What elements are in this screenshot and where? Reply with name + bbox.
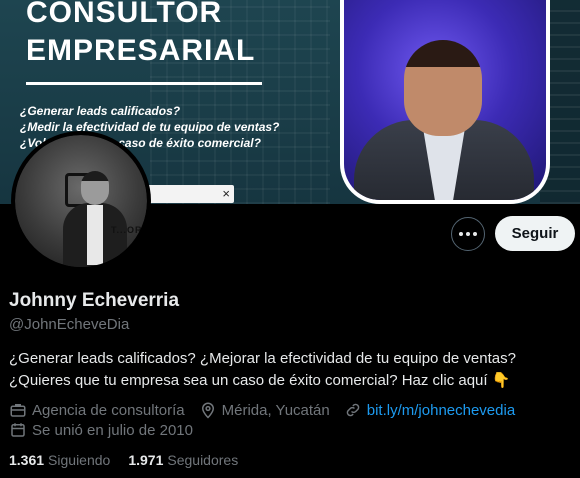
location-pin-icon: [201, 402, 214, 419]
profile-meta-row: Agencia de consultoría Mérida, Yucatán b…: [9, 401, 529, 419]
profile-location-text: Mérida, Yucatán: [221, 401, 330, 419]
avatar-text: T...ORES: [111, 225, 150, 235]
profile-category-text: Agencia de consultoría: [32, 401, 185, 419]
close-icon: ×: [222, 186, 230, 201]
avatar-person-head: [81, 171, 109, 205]
profile-avatar[interactable]: T...ORES: [11, 131, 151, 271]
profile-joined: Se unió en julio de 2010: [9, 421, 193, 439]
followers-stat[interactable]: 1.971 Seguidores: [128, 452, 238, 468]
banner-divider: [26, 82, 262, 85]
following-count: 1.361: [9, 452, 45, 468]
profile-handle: @JohnEcheveDia: [9, 316, 130, 333]
avatar-person-shirt: [87, 205, 103, 265]
banner-question: ¿Generar leads calificados?: [20, 104, 181, 118]
portrait-head: [404, 40, 482, 136]
follow-button[interactable]: Seguir: [495, 216, 575, 251]
profile-website[interactable]: bit.ly/m/johnechevedia: [344, 401, 515, 419]
link-icon: [346, 403, 360, 417]
avatar-photo: T...ORES: [15, 135, 147, 267]
more-dots-icon: [459, 232, 477, 236]
followers-count: 1.971: [128, 452, 164, 468]
banner-building-graphic: [150, 0, 330, 204]
profile-joined-text: Se unió en julio de 2010: [32, 421, 193, 439]
briefcase-icon: [10, 404, 26, 417]
profile-bio: ¿Generar leads calificados? ¿Mejorar la …: [9, 350, 516, 389]
following-stat[interactable]: 1.361 Siguiendo: [9, 452, 110, 468]
following-label: Siguiendo: [48, 452, 111, 468]
calendar-icon: [11, 423, 25, 437]
banner-headline-line2: EMPRESARIAL: [26, 34, 256, 67]
profile-meta-row: Se unió en julio de 2010: [9, 421, 207, 439]
followers-label: Seguidores: [167, 452, 239, 468]
banner-question: ¿Medir la efectividad de tu equipo de ve…: [20, 120, 280, 134]
profile-stats: 1.361 Siguiendo 1.971 Seguidores: [9, 452, 256, 468]
profile-website-link[interactable]: bit.ly/m/johnechevedia: [367, 402, 515, 419]
profile-name: Johnny Echeverria: [9, 290, 180, 311]
profile-category: Agencia de consultoría: [9, 401, 185, 419]
more-options-button[interactable]: [451, 217, 485, 251]
banner-portrait-photo: [340, 0, 550, 204]
banner-headline-line1: CONSULTOR: [26, 0, 223, 29]
profile-location: Mérida, Yucatán: [199, 401, 330, 419]
